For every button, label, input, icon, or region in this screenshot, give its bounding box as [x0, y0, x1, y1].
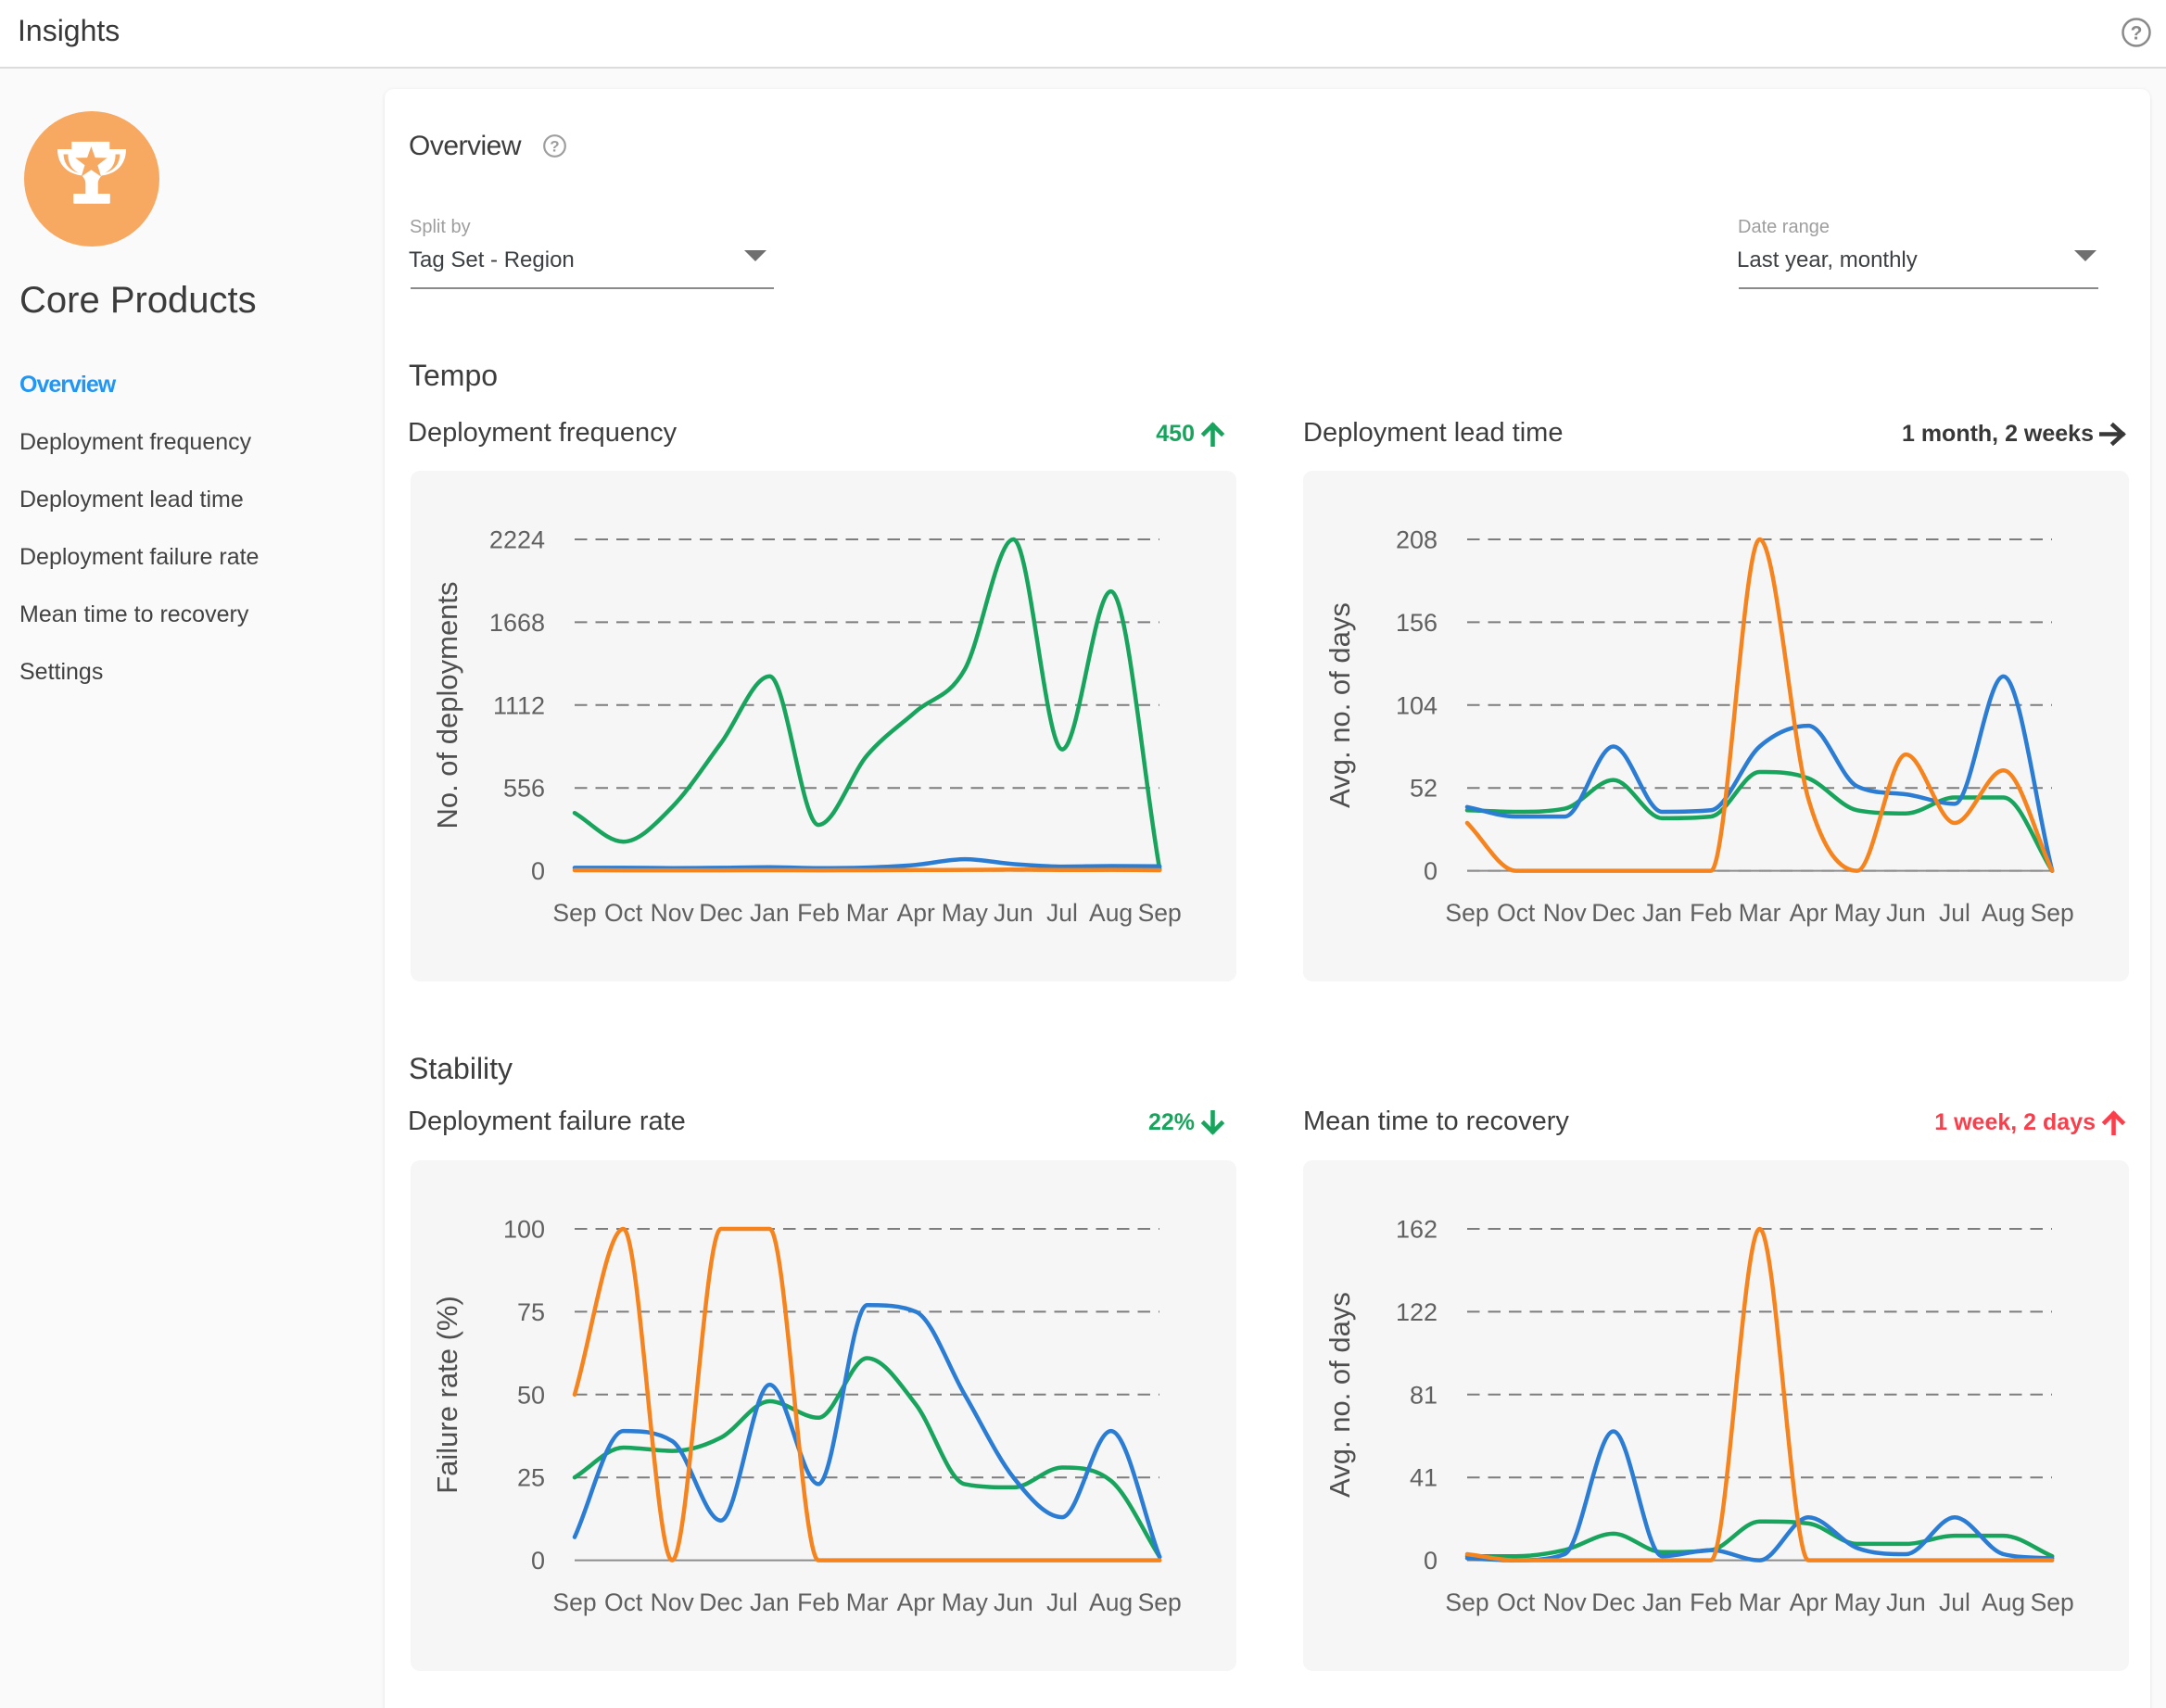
svg-text:0: 0 — [531, 1547, 545, 1575]
svg-text:Jul: Jul — [1046, 899, 1078, 927]
svg-text:Mar: Mar — [1739, 899, 1781, 927]
svg-text:No. of deployments: No. of deployments — [431, 581, 463, 829]
svg-text:0: 0 — [1424, 857, 1438, 885]
svg-text:Sep: Sep — [552, 899, 596, 927]
svg-text:Dec: Dec — [1591, 899, 1635, 927]
svg-text:Jun: Jun — [994, 1588, 1033, 1616]
svg-text:Sep: Sep — [1138, 899, 1182, 927]
svg-text:Dec: Dec — [1591, 1588, 1635, 1616]
svg-text:Jul: Jul — [1939, 899, 1970, 927]
svg-text:41: 41 — [1410, 1464, 1438, 1492]
svg-text:1668: 1668 — [489, 609, 545, 637]
svg-text:104: 104 — [1396, 691, 1438, 719]
svg-text:556: 556 — [503, 775, 545, 803]
svg-text:Failure rate (%): Failure rate (%) — [431, 1296, 463, 1494]
svg-text:50: 50 — [517, 1381, 545, 1409]
svg-text:Aug: Aug — [1089, 1588, 1133, 1616]
svg-text:May: May — [1834, 1588, 1881, 1616]
svg-text:25: 25 — [517, 1464, 545, 1492]
svg-text:Feb: Feb — [797, 1588, 840, 1616]
svg-text:Jun: Jun — [994, 899, 1033, 927]
svg-text:?: ? — [2131, 23, 2143, 44]
svg-text:Mar: Mar — [846, 899, 889, 927]
svg-text:156: 156 — [1396, 609, 1438, 637]
svg-text:Nov: Nov — [1543, 899, 1588, 927]
svg-text:Jul: Jul — [1939, 1588, 1970, 1616]
svg-text:Apr: Apr — [897, 1588, 935, 1616]
svg-text:Sep: Sep — [2031, 899, 2074, 927]
svg-text:Jul: Jul — [1046, 1588, 1078, 1616]
svg-text:Jan: Jan — [750, 899, 790, 927]
svg-text:Jan: Jan — [1642, 899, 1682, 927]
svg-text:Apr: Apr — [1790, 899, 1828, 927]
svg-text:Sep: Sep — [1138, 1588, 1182, 1616]
svg-text:May: May — [1834, 899, 1881, 927]
svg-text:75: 75 — [517, 1298, 545, 1326]
svg-text:Sep: Sep — [1445, 1588, 1488, 1616]
svg-text:Mar: Mar — [846, 1588, 889, 1616]
svg-text:Jun: Jun — [1886, 899, 1926, 927]
svg-text:Jan: Jan — [750, 1588, 790, 1616]
svg-text:122: 122 — [1396, 1298, 1438, 1326]
svg-text:Feb: Feb — [797, 899, 840, 927]
svg-text:?: ? — [550, 138, 559, 156]
svg-text:Apr: Apr — [1790, 1588, 1828, 1616]
svg-text:Aug: Aug — [1089, 899, 1133, 927]
svg-text:Mar: Mar — [1739, 1588, 1781, 1616]
svg-text:Aug: Aug — [1982, 899, 2025, 927]
svg-text:Dec: Dec — [699, 1588, 742, 1616]
svg-text:Nov: Nov — [1543, 1588, 1588, 1616]
svg-text:May: May — [942, 899, 989, 927]
svg-text:0: 0 — [531, 857, 545, 885]
svg-text:Oct: Oct — [1497, 899, 1536, 927]
svg-text:Jun: Jun — [1886, 1588, 1926, 1616]
svg-text:208: 208 — [1396, 526, 1438, 554]
svg-text:1112: 1112 — [493, 691, 545, 719]
svg-text:100: 100 — [503, 1216, 545, 1244]
svg-text:Sep: Sep — [552, 1588, 596, 1616]
svg-text:Apr: Apr — [897, 899, 935, 927]
svg-text:May: May — [942, 1588, 989, 1616]
svg-text:Feb: Feb — [1690, 899, 1732, 927]
svg-text:Avg. no. of days: Avg. no. of days — [1324, 1292, 1356, 1498]
svg-text:Nov: Nov — [651, 899, 695, 927]
svg-text:81: 81 — [1410, 1381, 1438, 1409]
svg-text:Dec: Dec — [699, 899, 742, 927]
svg-text:2224: 2224 — [489, 526, 545, 554]
svg-text:0: 0 — [1424, 1547, 1438, 1575]
svg-text:Sep: Sep — [1445, 899, 1488, 927]
svg-text:Avg. no. of days: Avg. no. of days — [1324, 602, 1356, 808]
svg-text:Feb: Feb — [1690, 1588, 1732, 1616]
svg-text:Oct: Oct — [604, 899, 643, 927]
svg-text:Oct: Oct — [604, 1588, 643, 1616]
svg-text:52: 52 — [1410, 775, 1438, 803]
svg-text:Sep: Sep — [2031, 1588, 2074, 1616]
svg-text:Oct: Oct — [1497, 1588, 1536, 1616]
svg-text:Aug: Aug — [1982, 1588, 2025, 1616]
svg-text:162: 162 — [1396, 1216, 1438, 1244]
svg-text:Nov: Nov — [651, 1588, 695, 1616]
svg-text:Jan: Jan — [1642, 1588, 1682, 1616]
